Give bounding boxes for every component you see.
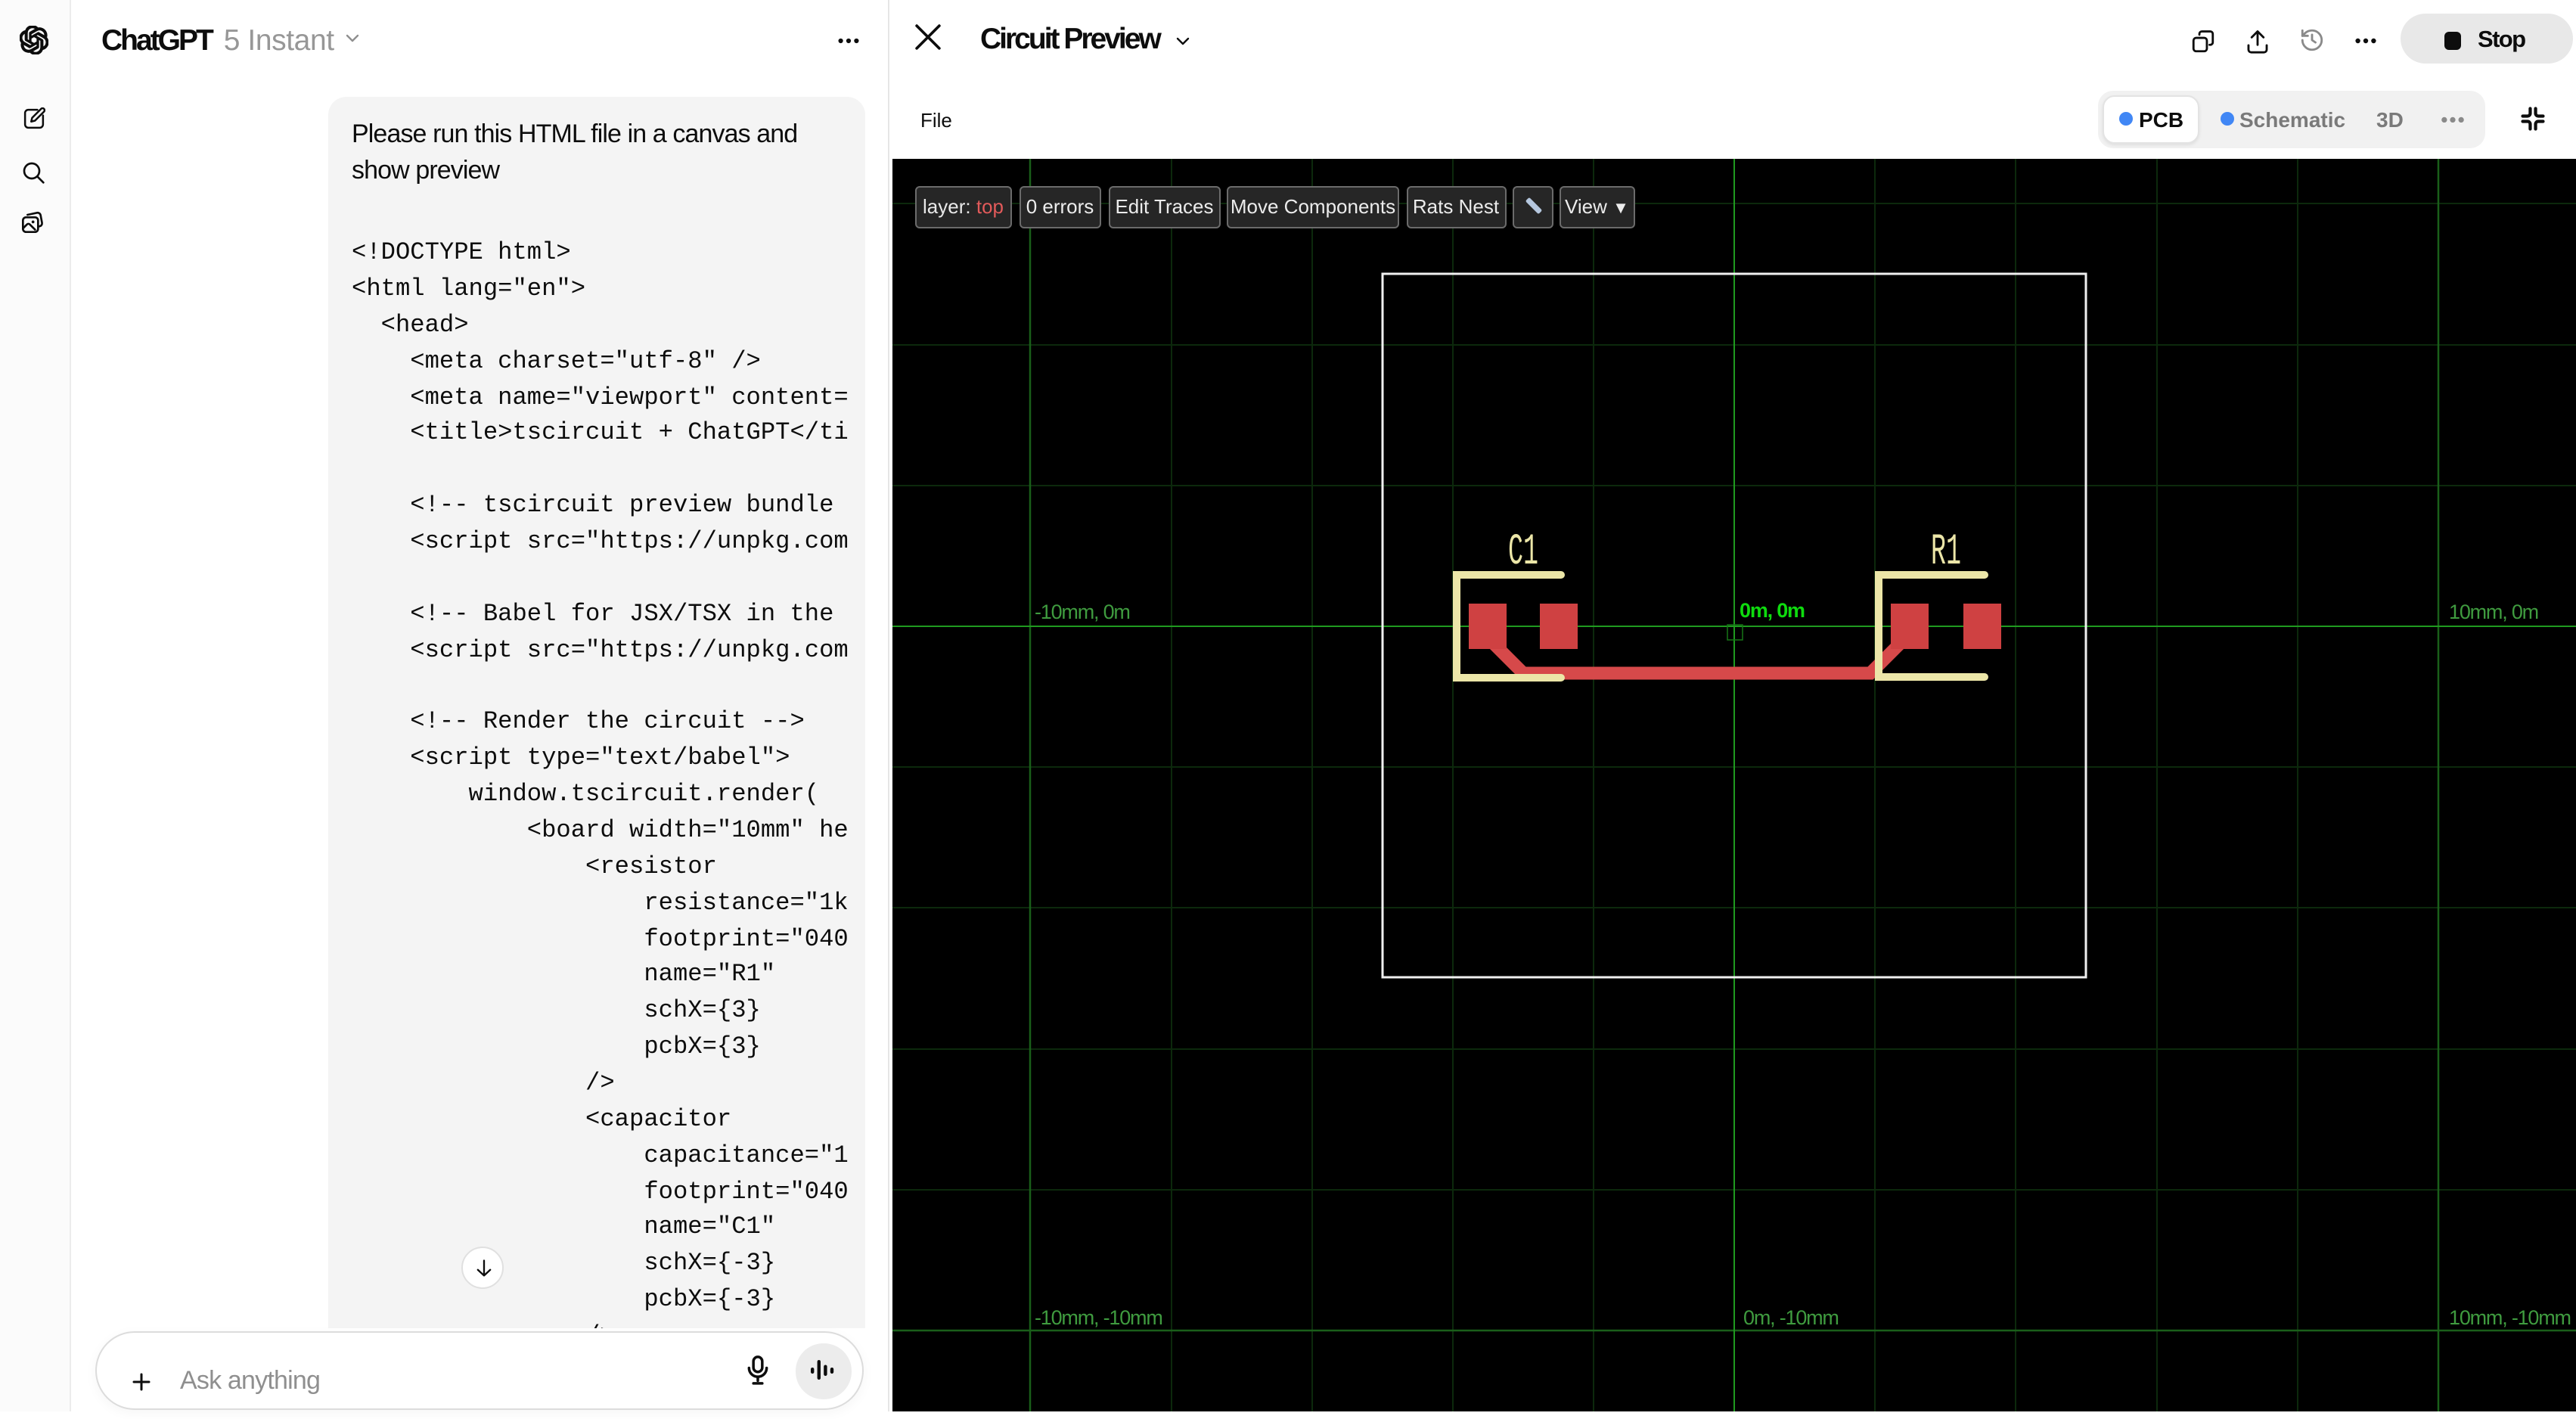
- svg-text:10mm, -10mm: 10mm, -10mm: [2449, 1306, 2571, 1329]
- svg-text:0m, 0m: 0m, 0m: [1740, 599, 1805, 622]
- svg-text:C1: C1: [1508, 528, 1538, 577]
- svg-text:-10mm, 0m: -10mm, 0m: [1035, 601, 1130, 623]
- svg-text:10mm, 0m: 10mm, 0m: [2449, 601, 2538, 623]
- svg-text:-10mm, -10mm: -10mm, -10mm: [1035, 1306, 1162, 1329]
- svg-text:0m, -10mm: 0m, -10mm: [1743, 1306, 1839, 1329]
- svg-text:R1: R1: [1931, 528, 1961, 577]
